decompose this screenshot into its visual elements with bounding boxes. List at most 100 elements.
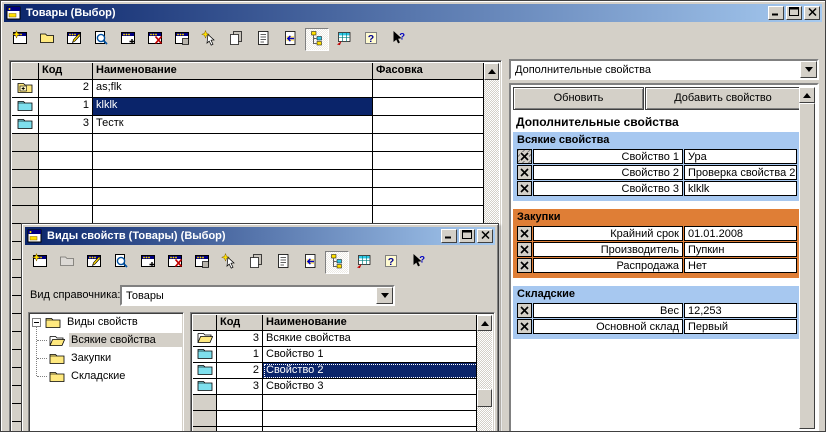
name-cell[interactable]: Тестк — [93, 116, 373, 134]
properties-scrollbar[interactable] — [799, 87, 815, 429]
description-button[interactable] — [251, 28, 275, 51]
code-cell[interactable]: 3 — [217, 331, 263, 347]
property-kind-row[interactable]: 1Свойство 1 — [193, 347, 479, 363]
child-titlebar[interactable]: Виды свойств (Товары) (Выбор) — [25, 227, 495, 245]
context-help-button[interactable]: ? — [406, 251, 430, 274]
new-item-button[interactable] — [8, 28, 32, 51]
row-icon-cell[interactable] — [12, 116, 39, 134]
minimize-button[interactable] — [768, 6, 784, 20]
tree-item[interactable]: Закупки — [29, 349, 183, 367]
name-cell[interactable]: klklk — [93, 98, 373, 116]
code-cell[interactable]: 2 — [217, 363, 263, 379]
name-cell[interactable]: Всякие свойства — [263, 331, 479, 347]
go-to-button[interactable] — [278, 28, 302, 51]
scroll-up-icon[interactable] — [799, 87, 815, 103]
property-value[interactable]: Первый — [684, 319, 797, 334]
property-value[interactable]: 12,253 — [684, 303, 797, 318]
scroll-up-icon[interactable] — [484, 63, 499, 80]
description-button[interactable] — [271, 251, 295, 274]
delete-property-button[interactable] — [517, 319, 532, 334]
copy-row-button[interactable] — [116, 28, 140, 51]
refresh-button[interactable]: Обновить — [513, 87, 644, 110]
hierarchy-button[interactable] — [305, 28, 329, 51]
delete-property-icon[interactable] — [518, 304, 531, 317]
delete-property-icon[interactable] — [518, 182, 531, 195]
close-button[interactable] — [804, 6, 820, 20]
go-to-button[interactable] — [298, 251, 322, 274]
table-scrollbar[interactable] — [476, 315, 492, 432]
copy-button[interactable] — [224, 28, 248, 51]
delete-property-icon[interactable] — [518, 227, 531, 240]
row-icon-cell[interactable] — [193, 379, 217, 395]
maximize-button[interactable] — [786, 6, 802, 20]
grid-settings-button[interactable] — [332, 28, 356, 51]
name-cell[interactable]: Свойство 2 — [263, 363, 479, 379]
property-value[interactable]: Проверка свойства 2 — [684, 165, 797, 180]
view-button[interactable] — [109, 251, 133, 274]
mark-delete-button[interactable] — [143, 28, 167, 51]
add-property-button[interactable]: Добавить свойство — [645, 87, 801, 110]
row-icon-cell[interactable] — [193, 347, 217, 363]
hierarchy-button[interactable] — [325, 251, 349, 274]
property-value[interactable]: 01.01.2008 — [684, 226, 797, 241]
scrollbar-thumb[interactable] — [477, 389, 492, 407]
main-titlebar[interactable]: Товары (Выбор) — [4, 4, 822, 22]
product-row[interactable]: 1klklk — [12, 98, 485, 116]
tree-item[interactable]: Складские — [29, 367, 183, 385]
property-kind-row[interactable]: 3Свойство 3 — [193, 379, 479, 395]
properties-kind-select[interactable]: Дополнительные свойства — [509, 59, 819, 80]
name-cell[interactable]: as;flk — [93, 80, 373, 98]
product-row[interactable]: 2as;flk — [12, 80, 485, 98]
tree-root-item[interactable]: Виды свойств — [29, 313, 183, 331]
property-value[interactable]: Нет — [684, 258, 797, 273]
property-kind-row[interactable]: 3Всякие свойства — [193, 331, 479, 347]
edit-button[interactable] — [62, 28, 86, 51]
product-row[interactable]: 3Тестк — [12, 116, 485, 134]
row-icon-cell[interactable] — [193, 363, 217, 379]
wizard-button[interactable] — [197, 28, 221, 51]
row-icon-cell[interactable] — [12, 80, 39, 98]
delete-property-button[interactable] — [517, 165, 532, 180]
delete-property-button[interactable] — [517, 226, 532, 241]
copy-row-button[interactable] — [136, 251, 160, 274]
maximize-button[interactable] — [459, 229, 475, 243]
help-button[interactable]: ? — [359, 28, 383, 51]
code-cell[interactable]: 2 — [39, 80, 93, 98]
scroll-up-icon[interactable] — [477, 315, 492, 331]
context-help-button[interactable]: ? — [386, 28, 410, 51]
delete-property-icon[interactable] — [518, 320, 531, 333]
open-folder-button[interactable] — [35, 28, 59, 51]
code-cell[interactable]: 1 — [39, 98, 93, 116]
code-cell[interactable]: 3 — [217, 379, 263, 395]
packing-cell[interactable] — [373, 98, 485, 116]
packing-cell[interactable] — [373, 80, 485, 98]
property-kind-row[interactable]: 2Свойство 2 — [193, 363, 479, 379]
delete-property-button[interactable] — [517, 303, 532, 318]
delete-property-icon[interactable] — [518, 259, 531, 272]
catalog-kind-select[interactable]: Товары — [120, 285, 395, 306]
packing-cell[interactable] — [373, 116, 485, 134]
row-icon-cell[interactable] — [12, 98, 39, 116]
delete-property-icon[interactable] — [520, 152, 529, 161]
name-cell[interactable]: Свойство 3 — [263, 379, 479, 395]
edit-button[interactable] — [82, 251, 106, 274]
grid-settings-button[interactable] — [352, 251, 376, 274]
code-cell[interactable]: 1 — [217, 347, 263, 363]
close-button[interactable] — [477, 229, 493, 243]
delete-property-icon[interactable] — [518, 243, 531, 256]
minimize-button[interactable] — [441, 229, 457, 243]
delete-property-button[interactable] — [517, 149, 532, 164]
chevron-down-icon[interactable] — [800, 61, 817, 78]
property-value[interactable]: Пупкин — [684, 242, 797, 257]
properties-scrollbar-thumb[interactable] — [799, 103, 815, 429]
chevron-down-icon[interactable] — [376, 287, 393, 304]
property-value[interactable]: Ура — [684, 149, 797, 164]
scrollbar-track[interactable] — [477, 331, 492, 432]
tree-item[interactable]: Всякие свойства — [29, 331, 183, 349]
delete-property-button[interactable] — [517, 242, 532, 257]
delete-property-button[interactable] — [517, 181, 532, 196]
delete-property-button[interactable] — [517, 258, 532, 273]
mark-delete-button[interactable] — [163, 251, 187, 274]
help-button[interactable]: ? — [379, 251, 403, 274]
move-to-group-button[interactable] — [170, 28, 194, 51]
